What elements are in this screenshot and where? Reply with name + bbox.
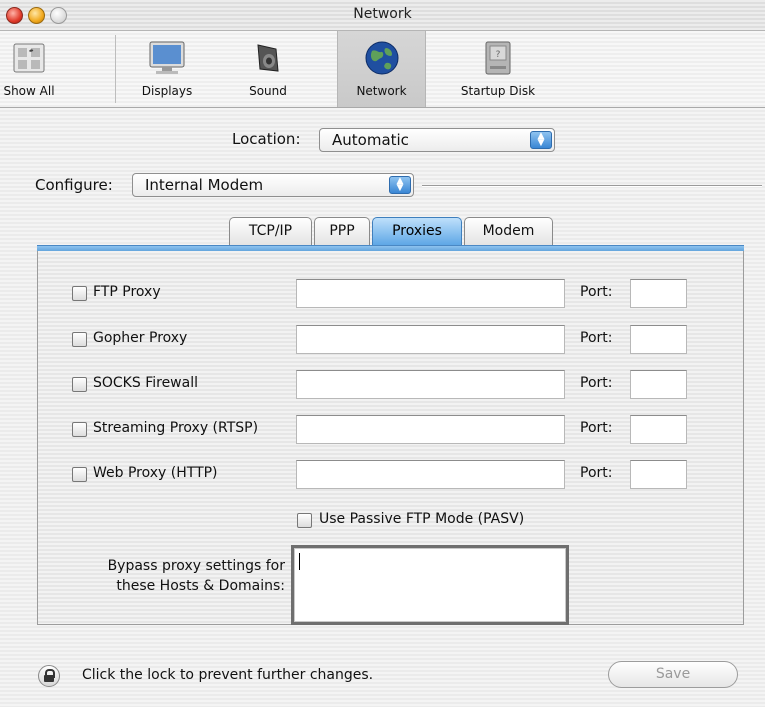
tab-ppp[interactable]: PPP <box>314 217 370 245</box>
web-proxy-host-field[interactable] <box>296 460 565 489</box>
toolbar-displays[interactable]: Displays <box>124 31 210 107</box>
passive-ftp-checkbox[interactable] <box>297 513 312 528</box>
toolbar-label: Displays <box>141 84 193 98</box>
port-label: Port: <box>580 465 613 481</box>
title-bar[interactable]: Network <box>0 0 765 31</box>
speaker-icon <box>257 44 279 72</box>
location-label: Location: <box>232 130 301 148</box>
proxy-label: Gopher Proxy <box>93 330 188 346</box>
toolbar-label: Sound <box>249 84 287 98</box>
bypass-label: Bypass proxy settings for these Hosts & … <box>75 556 285 596</box>
configure-popup[interactable]: Internal Modem ▲ ▼ <box>132 173 414 197</box>
socks-firewall-host-field[interactable] <box>296 370 565 399</box>
socks-firewall-checkbox[interactable] <box>72 377 87 392</box>
configure-value: Internal Modem <box>145 176 264 194</box>
separator-line <box>422 185 762 187</box>
tab-proxies[interactable]: Proxies <box>372 217 462 245</box>
display-monitor-icon <box>149 41 185 74</box>
toolbar-network[interactable]: Network <box>337 31 426 107</box>
streaming-proxy-port-field[interactable] <box>630 415 687 444</box>
gopher-proxy-host-field[interactable] <box>296 325 565 354</box>
bypass-label-line2: these Hosts & Domains: <box>116 578 285 594</box>
bypass-hosts-textarea[interactable] <box>291 545 569 625</box>
window-title: Network <box>353 6 412 22</box>
proxy-row-ftp: FTP Proxy Port: <box>38 279 745 309</box>
web-proxy-checkbox[interactable] <box>72 467 87 482</box>
proxy-row-gopher: Gopher Proxy Port: <box>38 325 745 355</box>
apple-prefs-icon <box>13 43 45 73</box>
globe-icon <box>365 41 398 75</box>
location-popup[interactable]: Automatic ▲ ▼ <box>319 128 555 152</box>
svg-text:?: ? <box>496 50 501 60</box>
gopher-proxy-port-field[interactable] <box>630 325 687 354</box>
proxy-label: Streaming Proxy (RTSP) <box>93 420 259 436</box>
bypass-label-line1: Bypass proxy settings for <box>107 558 285 574</box>
port-label: Port: <box>580 284 613 300</box>
proxy-label: Web Proxy (HTTP) <box>93 465 218 481</box>
toolbar-startup-disk[interactable]: ? Startup Disk <box>452 31 544 107</box>
lock-icon-body <box>44 675 54 682</box>
toolbar-show-all[interactable]: Show All <box>0 31 58 107</box>
streaming-proxy-checkbox[interactable] <box>72 422 87 437</box>
proxy-label: SOCKS Firewall <box>93 375 198 391</box>
toolbar-label: Startup Disk <box>460 84 536 98</box>
network-preferences-window: Network Show All Displays Sound Network … <box>0 0 765 707</box>
toolbar-label: Network <box>356 84 407 98</box>
port-label: Port: <box>580 420 613 436</box>
proxy-row-rtsp: Streaming Proxy (RTSP) Port: <box>38 415 745 445</box>
preferences-toolbar: Show All Displays Sound Network ? Startu… <box>0 31 765 108</box>
streaming-proxy-host-field[interactable] <box>296 415 565 444</box>
popup-arrows-icon: ▲ ▼ <box>389 176 411 194</box>
proxy-label: FTP Proxy <box>93 284 161 300</box>
proxy-row-http: Web Proxy (HTTP) Port: <box>38 460 745 490</box>
lock-status-text: Click the lock to prevent further change… <box>82 667 374 683</box>
ftp-proxy-host-field[interactable] <box>296 279 565 308</box>
ftp-proxy-checkbox[interactable] <box>72 286 87 301</box>
passive-ftp-label: Use Passive FTP Mode (PASV) <box>319 511 525 527</box>
location-value: Automatic <box>332 131 409 149</box>
lock-button[interactable] <box>38 665 60 687</box>
port-label: Port: <box>580 375 613 391</box>
proxies-panel: FTP Proxy Port: Gopher Proxy Port: SOCKS… <box>37 251 744 625</box>
ftp-proxy-port-field[interactable] <box>630 279 687 308</box>
proxy-row-socks: SOCKS Firewall Port: <box>38 370 745 400</box>
text-caret <box>299 553 300 570</box>
save-button[interactable]: Save <box>608 661 738 688</box>
toolbar-sound[interactable]: Sound <box>230 31 306 107</box>
popup-arrows-icon: ▲ ▼ <box>530 131 552 149</box>
gopher-proxy-checkbox[interactable] <box>72 332 87 347</box>
configure-label: Configure: <box>35 176 113 194</box>
toolbar-label: Show All <box>3 84 55 98</box>
tab-modem[interactable]: Modem <box>464 217 553 245</box>
toolbar-separator <box>115 35 116 103</box>
web-proxy-port-field[interactable] <box>630 460 687 489</box>
port-label: Port: <box>580 330 613 346</box>
tab-tcpip[interactable]: TCP/IP <box>229 217 312 245</box>
hard-disk-icon: ? <box>485 41 511 75</box>
socks-firewall-port-field[interactable] <box>630 370 687 399</box>
